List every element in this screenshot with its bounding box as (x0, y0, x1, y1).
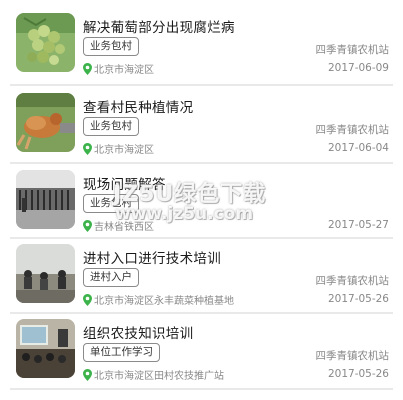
item-date: 2017-05-27 (327, 219, 389, 231)
location-pin-icon (83, 368, 92, 381)
location-pin-icon (83, 219, 92, 232)
category-tag: 业务包村 (83, 194, 139, 213)
organization-label: 四季青镇农机站 (315, 124, 390, 136)
list-item[interactable]: 进村入口进行技术培训 进村入户 四季青镇农机站 北京市海淀区永丰蔬菜种植基地 2… (10, 237, 393, 310)
location-text: 北京市海淀区永丰蔬菜种植基地 (94, 296, 234, 307)
item-date: 2017-05-26 (327, 293, 389, 305)
item-date: 2017-06-04 (327, 142, 389, 154)
activity-list: 解决葡萄部分出现腐烂病 业务包村 四季青镇农机站 北京市海淀区 2017-06-… (10, 0, 393, 400)
organization-label: 四季青镇农机站 (315, 275, 390, 287)
category-tag: 进村入户 (83, 268, 139, 287)
item-title: 现场问题解答 (83, 177, 166, 193)
location: 北京市海淀区 (83, 61, 154, 76)
location-pin-icon (83, 142, 92, 155)
thumbnail-image (16, 170, 75, 229)
list-item[interactable]: 现场问题解答 业务包村 吉林省铁西区 2017-05-27 (10, 163, 393, 236)
location: 吉林省铁西区 (83, 218, 154, 233)
category-tag: 单位工作学习 (83, 343, 160, 362)
item-title: 进村入口进行技术培训 (83, 251, 221, 267)
item-title: 查看村民种植情况 (83, 100, 194, 116)
location-pin-icon (83, 62, 92, 75)
location-text: 北京市海淀区 (94, 65, 154, 76)
thumbnail-image (16, 93, 75, 152)
organization-label: 四季青镇农机站 (315, 44, 390, 56)
location-text: 北京市海淀区 (94, 145, 154, 156)
item-date: 2017-05-26 (327, 368, 389, 380)
organization-label: 四季青镇农机站 (315, 350, 390, 362)
list-item[interactable]: 解决葡萄部分出现腐烂病 业务包村 四季青镇农机站 北京市海淀区 2017-06-… (10, 6, 393, 79)
thumbnail-image (16, 319, 75, 378)
list-item[interactable]: 查看村民种植情况 业务包村 四季青镇农机站 北京市海淀区 2017-06-04 (10, 86, 393, 159)
category-tag: 业务包村 (83, 117, 139, 136)
item-title: 组织农技知识培训 (83, 326, 194, 342)
thumbnail-image (16, 13, 75, 72)
location-text: 北京市海淀区田村农技推广站 (94, 371, 224, 382)
item-date: 2017-06-09 (327, 62, 389, 74)
location: 北京市海淀区田村农技推广站 (83, 367, 224, 382)
location-text: 吉林省铁西区 (94, 222, 154, 233)
thumbnail-image (16, 244, 75, 303)
item-title: 解决葡萄部分出现腐烂病 (83, 20, 235, 36)
location-pin-icon (83, 293, 92, 306)
location: 北京市海淀区 (83, 141, 154, 156)
location: 北京市海淀区永丰蔬菜种植基地 (83, 292, 234, 307)
list-item[interactable]: 组织农技知识培训 单位工作学习 四季青镇农机站 北京市海淀区田村农技推广站 20… (10, 312, 393, 385)
category-tag: 业务包村 (83, 37, 139, 56)
divider (10, 388, 393, 390)
